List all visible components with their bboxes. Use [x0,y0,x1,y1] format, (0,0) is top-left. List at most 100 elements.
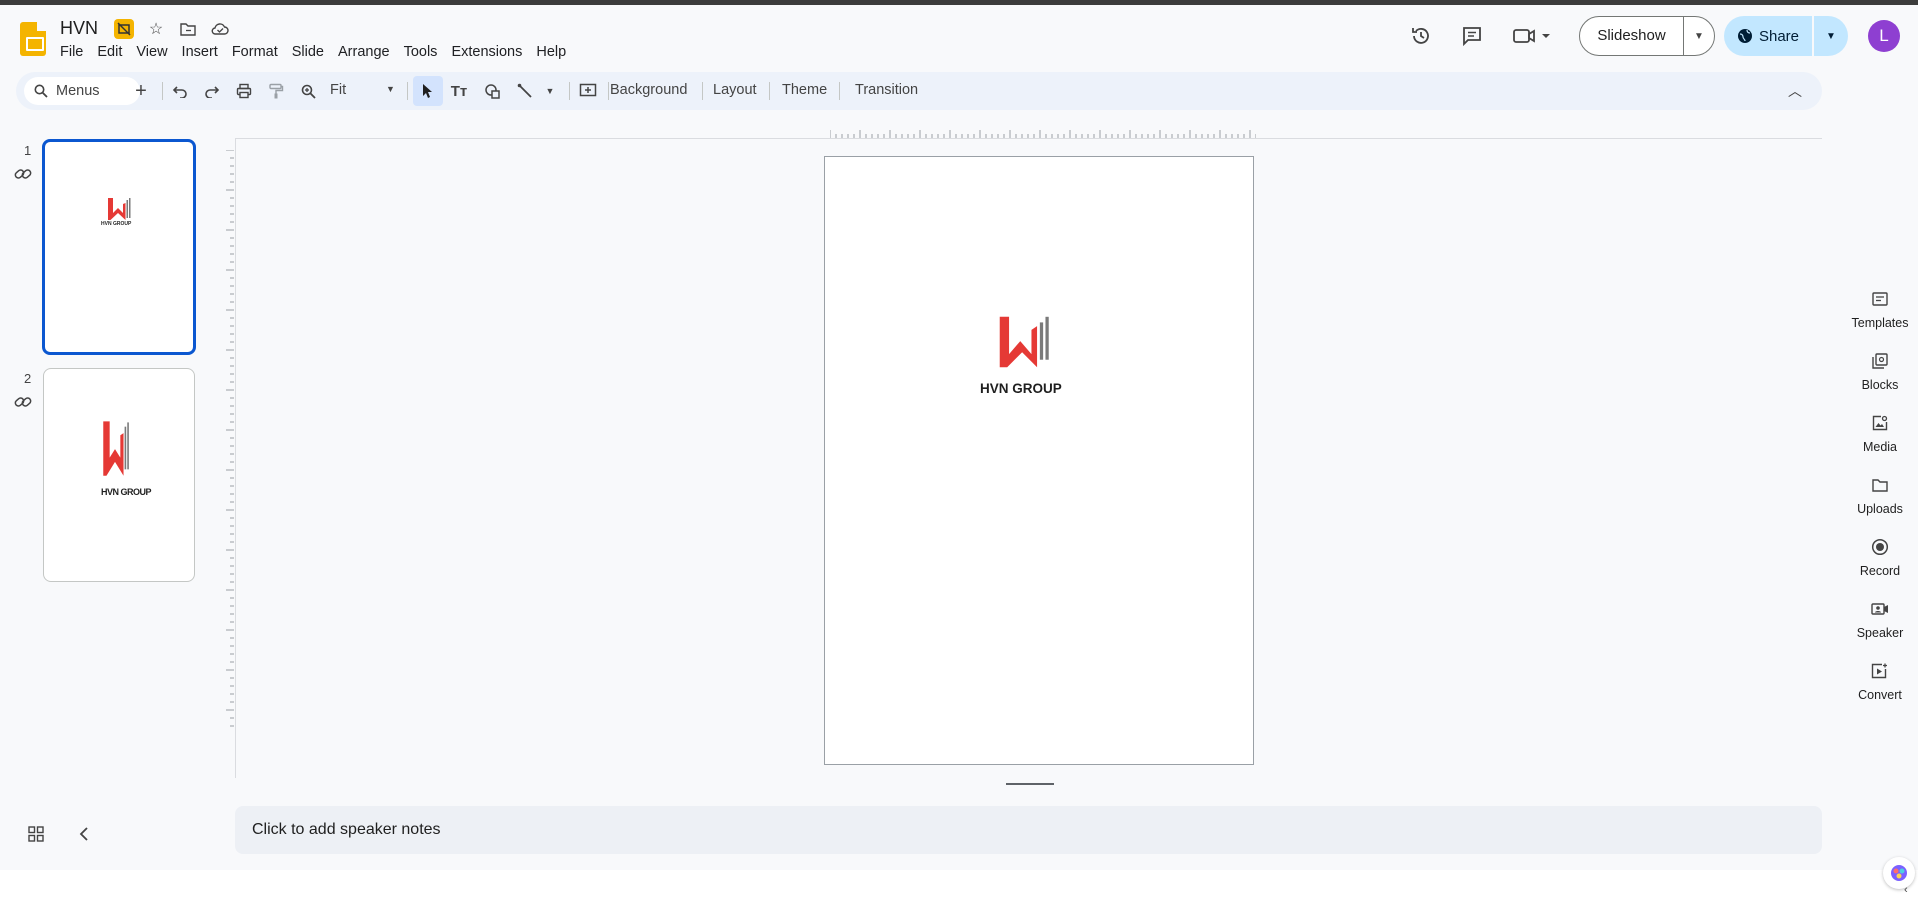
select-tool-button[interactable] [413,76,443,106]
layout-button[interactable]: Layout [713,82,757,98]
menu-file[interactable]: File [53,43,90,61]
vertical-ruler [226,150,234,727]
notes-resize-handle[interactable] [1006,783,1054,785]
share-button[interactable]: Share ▼ [1724,16,1848,56]
transition-button[interactable]: Transition [855,82,918,98]
share-main[interactable]: Share [1724,16,1814,56]
menu-bar: File Edit View Insert Format Slide Arran… [53,43,573,61]
slide-logo-text[interactable]: HVN GROUP [980,381,1062,396]
share-label: Share [1758,27,1800,45]
hvn-logo-mark [103,421,129,476]
hvn-logo-mark [108,198,131,220]
hvn-logo-mark[interactable] [996,313,1052,371]
current-slide[interactable]: HVN GROUP [824,156,1254,765]
menus-search-label: Menus [56,83,100,99]
redo-icon[interactable] [200,79,224,103]
toolbar-divider [702,82,703,100]
slide-thumbnail-2[interactable]: HVN GROUP [43,368,195,582]
document-title[interactable]: HVN [60,18,98,39]
side-record-label: Record [1859,564,1901,578]
globe-icon [1737,29,1752,43]
menu-insert[interactable]: Insert [175,43,225,61]
menu-tools[interactable]: Tools [397,43,445,61]
slide-thumbnail-1[interactable]: HVN GROUP [42,139,196,355]
slideshow-dropdown-icon[interactable]: ▼ [1684,17,1714,55]
star-icon[interactable]: ☆ [146,19,166,39]
toolbar-divider [407,82,408,100]
slideshow-button[interactable]: Slideshow ▼ [1579,16,1715,56]
cloud-saved-icon[interactable] [210,19,230,39]
templates-icon [1848,288,1912,310]
slides-logo-icon[interactable] [20,22,46,56]
side-convert[interactable]: Convert [1848,660,1912,702]
shape-icon[interactable] [481,79,505,103]
record-icon [1848,536,1912,558]
menu-format[interactable]: Format [225,43,285,61]
side-templates-label: Templates [1851,316,1909,330]
slideshow-label[interactable]: Slideshow [1580,17,1684,55]
side-uploads-label: Uploads [1857,502,1903,516]
side-templates[interactable]: Templates [1848,288,1912,330]
collapse-toolbar-icon[interactable]: ︿ [1788,81,1802,101]
slide-number: 1 [24,143,32,158]
print-icon[interactable] [232,79,256,103]
menus-search[interactable]: Menus [24,77,140,105]
side-panel-collapse-icon[interactable]: ‹ [1904,884,1908,896]
side-speaker-label: Speaker [1856,626,1904,640]
side-uploads[interactable]: Uploads [1848,474,1912,516]
zoom-select[interactable]: Fit [330,82,346,98]
menu-edit[interactable]: Edit [90,43,129,61]
media-icon [1848,412,1912,434]
move-folder-icon[interactable] [178,19,198,39]
side-convert-label: Convert [1858,688,1902,702]
theme-button[interactable]: Theme [782,82,827,98]
text-box-icon[interactable]: Tт [447,79,471,103]
line-dropdown-icon[interactable]: ▼ [538,79,562,103]
toolbar-divider [839,82,840,100]
bottom-strip [0,870,1918,907]
convert-video-icon [1848,660,1912,682]
toolbar-divider [569,82,570,100]
no-sync-badge-icon[interactable] [114,19,134,39]
menu-view[interactable]: View [129,43,174,61]
zoom-dropdown-icon[interactable]: ▼ [386,84,395,94]
menu-arrange[interactable]: Arrange [331,43,397,61]
background-button[interactable]: Background [610,82,687,98]
cursor-arrow-icon [423,84,432,98]
toolbar-divider [162,82,163,100]
side-record[interactable]: Record [1848,536,1912,578]
side-blocks[interactable]: Blocks [1848,350,1912,392]
slide-number: 2 [24,371,32,386]
add-comment-icon[interactable] [576,79,600,103]
paint-format-icon[interactable] [264,79,288,103]
menu-slide[interactable]: Slide [285,43,331,61]
linked-object-icon[interactable] [14,393,32,411]
linked-object-icon[interactable] [14,165,32,183]
blocks-icon [1848,350,1912,372]
menu-extensions[interactable]: Extensions [444,43,529,61]
comments-icon[interactable] [1460,24,1484,48]
side-speaker[interactable]: Speaker [1848,598,1912,640]
menu-help[interactable]: Help [529,43,573,61]
new-slide-icon[interactable]: + [129,79,153,103]
side-media[interactable]: Media [1848,412,1912,454]
zoom-icon[interactable] [296,79,320,103]
speaker-notes[interactable]: Click to add speaker notes [235,806,1822,854]
gemini-assistant-icon[interactable] [1883,857,1915,889]
thumbnail-logo-text: HVN GROUP [101,487,152,497]
collapse-filmstrip-icon[interactable] [73,823,95,845]
undo-icon[interactable] [168,79,192,103]
grid-view-icon[interactable] [25,823,47,845]
folder-icon [1848,474,1912,496]
avatar[interactable]: L [1868,20,1900,52]
toolbar-divider [608,82,609,100]
meet-call-icon[interactable] [1512,24,1552,48]
version-history-icon[interactable] [1409,24,1433,48]
share-dropdown-icon[interactable]: ▼ [1814,16,1848,56]
side-media-label: Media [1862,440,1898,454]
line-tool-icon[interactable] [513,79,537,103]
toolbar-divider [769,82,770,100]
side-blocks-label: Blocks [1861,378,1899,392]
thumbnail-logo-text: HVN GROUP [101,221,132,227]
toolbar: Menus + Fit ▼ Tт ▼ Background Layout The… [16,72,1822,110]
